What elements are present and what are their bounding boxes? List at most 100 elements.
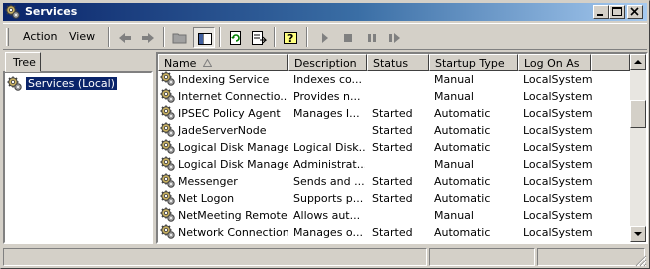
services-gear-icon: [7, 76, 23, 91]
close-icon: [630, 7, 639, 16]
show-hide-tree-button[interactable]: [193, 27, 215, 48]
title-bar[interactable]: Services: [3, 3, 647, 21]
service-status: Started: [372, 226, 413, 239]
service-name: IPSEC Policy Agent: [178, 107, 281, 120]
column-header-name[interactable]: Name: [158, 54, 288, 71]
maximize-button[interactable]: [609, 5, 625, 19]
service-startup-type: Automatic: [434, 175, 491, 188]
view-menu-label: View: [69, 30, 96, 43]
scroll-down-button[interactable]: [630, 226, 646, 242]
stop-service-icon: [344, 34, 352, 42]
forward-button[interactable]: [137, 27, 159, 48]
service-description: Indexes co...: [293, 73, 363, 86]
service-startup-type: Manual: [434, 90, 474, 103]
table-row[interactable]: JadeServerNode Started Automatic LocalSy…: [158, 122, 630, 139]
service-description: Logical Disk...: [293, 141, 365, 154]
service-startup-type: Automatic: [434, 141, 491, 154]
service-startup-type: Automatic: [434, 124, 491, 137]
service-log-on-as: LocalSystem: [523, 226, 593, 239]
service-startup-type: Automatic: [434, 192, 491, 205]
service-log-on-as: LocalSystem: [523, 107, 593, 120]
up-folder-button[interactable]: [169, 27, 191, 48]
table-row[interactable]: Indexing Service Indexes co... Manual Lo…: [158, 71, 630, 88]
service-gear-icon: [160, 224, 175, 239]
service-startup-type: Automatic: [434, 226, 491, 239]
service-name: Indexing Service: [178, 73, 270, 86]
tab-tree[interactable]: Tree: [5, 52, 41, 72]
help-icon: ?: [284, 32, 297, 45]
restart-service-button[interactable]: [384, 27, 406, 48]
service-startup-type: Automatic: [434, 107, 491, 120]
export-list-button[interactable]: [248, 27, 270, 48]
pause-service-icon: [368, 34, 376, 42]
service-gear-icon: [160, 190, 175, 205]
column-header-log-on-as[interactable]: Log On As: [518, 54, 591, 71]
service-description: Supports p...: [293, 192, 364, 205]
toolbar-separator: [219, 27, 221, 47]
sort-ascending-icon: [203, 59, 212, 67]
window-title: Services: [25, 5, 78, 18]
service-status: Started: [372, 124, 413, 137]
column-header-label: Name: [164, 57, 197, 70]
service-status: Started: [372, 175, 413, 188]
tree-pane: Tree Services (Local): [3, 52, 153, 244]
services-gear-icon: [5, 4, 21, 20]
status-panel: [429, 248, 535, 266]
stop-service-button[interactable]: [337, 27, 359, 48]
arrow-up-icon: [634, 60, 642, 64]
back-icon: [119, 33, 131, 43]
service-description: Manages I...: [293, 107, 360, 120]
table-row[interactable]: Messenger Sends and ... Started Automati…: [158, 173, 630, 190]
service-gear-icon: [160, 156, 175, 171]
service-gear-icon: [160, 71, 175, 86]
resize-grip-icon[interactable]: [635, 255, 647, 267]
service-description: Manages o...: [293, 226, 363, 239]
scroll-up-button[interactable]: [630, 54, 646, 70]
tree-view: Services (Local): [3, 71, 153, 244]
help-button[interactable]: ?: [280, 27, 302, 48]
toolbar-separator: [163, 27, 165, 47]
close-button[interactable]: [627, 5, 643, 19]
table-row[interactable]: Network Connections Manages o... Started…: [158, 224, 630, 241]
vertical-scrollbar[interactable]: [630, 54, 646, 242]
column-header-startup-type[interactable]: Startup Type: [429, 54, 518, 71]
service-name: Logical Disk Manager: [178, 141, 288, 154]
column-header-label: Status: [373, 57, 409, 70]
minimize-button[interactable]: [593, 5, 609, 19]
pause-service-button[interactable]: [361, 27, 383, 48]
table-row[interactable]: NetMeeting Remote... Allows aut... Manua…: [158, 207, 630, 224]
service-log-on-as: LocalSystem: [523, 175, 593, 188]
refresh-icon: [230, 31, 241, 45]
table-row[interactable]: Internet Connectio... Provides n... Manu…: [158, 88, 630, 105]
table-row[interactable]: IPSEC Policy Agent Manages I... Started …: [158, 105, 630, 122]
column-header-status[interactable]: Status: [367, 54, 429, 71]
back-button[interactable]: [114, 27, 136, 48]
arrow-down-icon: [634, 232, 642, 236]
table-row[interactable]: Net Logon Supports p... Started Automati…: [158, 190, 630, 207]
column-header-label: Description: [294, 57, 357, 70]
table-row[interactable]: Logical Disk Manage... Administrat... Ma…: [158, 156, 630, 173]
view-menu[interactable]: View: [69, 30, 95, 43]
toolbar-separator: [306, 27, 308, 47]
minimize-icon: [597, 14, 603, 16]
services-window: Services Action View ? Tree Services (Lo…: [0, 0, 650, 269]
service-startup-type: Manual: [434, 73, 474, 86]
service-description: Provides n...: [293, 90, 361, 103]
action-menu[interactable]: Action: [23, 30, 57, 43]
scrollbar-thumb[interactable]: [630, 100, 646, 128]
refresh-button[interactable]: [225, 27, 247, 48]
table-row[interactable]: Logical Disk Manager Logical Disk... Sta…: [158, 139, 630, 156]
column-header-description[interactable]: Description: [288, 54, 367, 71]
service-description: Administrat...: [293, 158, 365, 171]
service-log-on-as: LocalSystem: [523, 209, 593, 222]
service-description: Sends and ...: [293, 175, 365, 188]
service-startup-type: Manual: [434, 158, 474, 171]
service-gear-icon: [160, 88, 175, 103]
up-folder-icon: [172, 33, 187, 44]
restart-service-icon: [389, 33, 400, 43]
svg-text:?: ?: [287, 32, 293, 45]
service-gear-icon: [160, 139, 175, 154]
action-menu-label: Action: [23, 30, 58, 43]
toolbar-grip[interactable]: [6, 28, 9, 46]
start-service-button[interactable]: [314, 27, 336, 48]
